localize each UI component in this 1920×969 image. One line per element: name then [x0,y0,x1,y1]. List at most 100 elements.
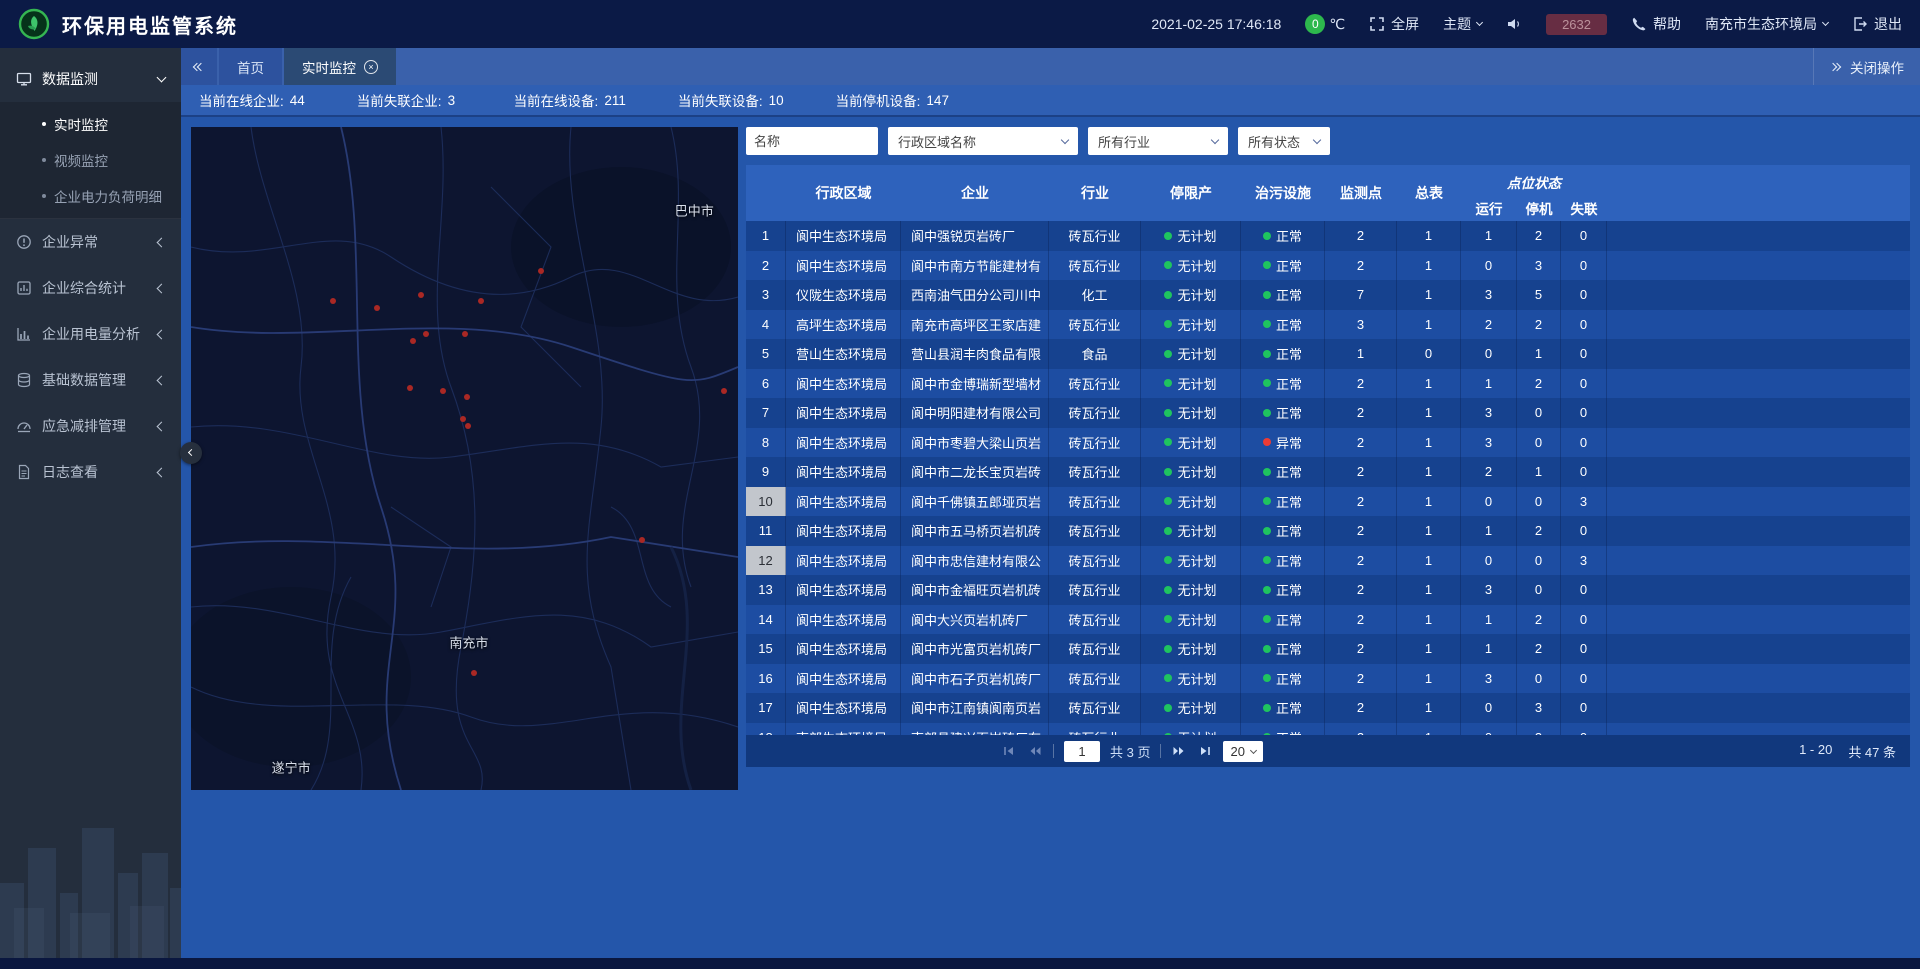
tab-bar: 首页实时监控× 关闭操作 [181,48,1920,85]
cell-offline: 0 [1561,575,1607,605]
last-page-button[interactable] [1197,743,1213,759]
table-row[interactable]: 17阆中生态环境局阆中市江南镇阆南页岩砖瓦行业无计划正常21030 [746,693,1910,723]
logout-icon [1852,16,1868,32]
map-pin[interactable] [402,380,418,396]
close-operations-button[interactable]: 关闭操作 [1813,48,1920,85]
table-row[interactable]: 6阆中生态环境局阆中市金博瑞新型墙材砖瓦行业无计划正常21120 [746,369,1910,399]
map-pin[interactable] [457,326,473,342]
map-pin[interactable] [325,293,341,309]
temperature-value: 0 [1305,14,1325,34]
map-pin[interactable] [369,300,385,316]
map-pin[interactable] [459,389,475,405]
map-pin[interactable] [413,287,429,303]
sidebar-item-2[interactable]: 企业电力负荷明细 [0,178,181,214]
table-row[interactable]: 9阆中生态环境局阆中市二龙长宝页岩砖砖瓦行业无计划正常21210 [746,457,1910,487]
cell-company: 阆中千佛镇五郎垭页岩 [901,487,1049,517]
map-pin[interactable] [634,532,650,548]
industry-filter-value: 所有行业 [1098,132,1150,151]
stat-label: 当前停机设备: [836,90,921,110]
page-size-select[interactable]: 20 [1223,741,1262,762]
sidebar-group-6[interactable]: 日志查看 [0,449,181,495]
sidebar-group-label: 应急减排管理 [42,416,148,436]
table-row[interactable]: 18南部生态环境局南部县建兴页岩砖厂有砖瓦行业无计划正常21030 [746,723,1910,736]
sidebar-group-1[interactable]: 企业异常 [0,219,181,265]
tab-0[interactable]: 首页 [219,48,282,85]
theme-dropdown[interactable]: 主题 [1443,14,1482,34]
region-filter-select[interactable]: 行政区域名称 [888,127,1078,155]
map-pin[interactable] [466,665,482,681]
cell-stopped: 0 [1517,546,1561,576]
table-row[interactable]: 14阆中生态环境局阆中大兴页岩机砖厂砖瓦行业无计划正常21120 [746,605,1910,635]
cell-running: 3 [1461,280,1517,310]
sidebar-group-4[interactable]: 基础数据管理 [0,357,181,403]
cell-region: 营山生态环境局 [786,339,901,369]
cell-total-meters: 1 [1397,221,1461,251]
sidebar-group-5[interactable]: 应急减排管理 [0,403,181,449]
industry-filter-select[interactable]: 所有行业 [1088,127,1228,155]
cell-region: 阆中生态环境局 [786,516,901,546]
prev-page-button[interactable] [1027,743,1043,759]
cell-running: 0 [1461,723,1517,736]
status-filter-select[interactable]: 所有状态 [1238,127,1330,155]
table-row[interactable]: 16阆中生态环境局阆中市石子页岩机砖厂砖瓦行业无计划正常21300 [746,664,1910,694]
table-row[interactable]: 11阆中生态环境局阆中市五马桥页岩机砖砖瓦行业无计划正常21120 [746,516,1910,546]
map-pin[interactable] [716,383,732,399]
tabs-scroll-left-button[interactable] [181,48,217,85]
database-icon [16,372,32,388]
tab-1[interactable]: 实时监控× [284,48,396,85]
page-number-input[interactable] [1064,741,1100,762]
map-pin[interactable] [533,263,549,279]
cell-pollution-facility: 正常 [1241,723,1325,736]
sidebar-item-label: 实时监控 [54,114,108,134]
table-row[interactable]: 13阆中生态环境局阆中市金福旺页岩机砖砖瓦行业无计划正常21300 [746,575,1910,605]
status-dot-green [1263,468,1271,476]
app-logo-icon [18,8,50,40]
sidebar-group-0[interactable]: 数据监测 [0,56,181,102]
map-pin[interactable] [418,326,434,342]
table-row[interactable]: 1阆中生态环境局阆中强锐页岩砖厂砖瓦行业无计划正常21120 [746,221,1910,251]
chevron-left-icon [157,329,167,339]
table-row[interactable]: 15阆中生态环境局阆中市光富页岩机砖厂砖瓦行业无计划正常21120 [746,634,1910,664]
table-row[interactable]: 12阆中生态环境局阆中市忠信建材有限公砖瓦行业无计划正常21003 [746,546,1910,576]
table-row[interactable]: 3仪陇生态环境局西南油气田分公司川中化工无计划正常71350 [746,280,1910,310]
cell-limit-production: 无计划 [1141,428,1241,458]
fullscreen-button[interactable]: 全屏 [1369,14,1419,34]
cell-industry: 砖瓦行业 [1049,310,1141,340]
cell-industry: 砖瓦行业 [1049,546,1141,576]
map-pin[interactable] [473,293,489,309]
table-row[interactable]: 2阆中生态环境局阆中市南方节能建材有砖瓦行业无计划正常21030 [746,251,1910,281]
cell-index: 2 [746,251,786,281]
sidebar-group-3[interactable]: 企业用电量分析 [0,311,181,357]
sidebar-item-1[interactable]: 视频监控 [0,142,181,178]
sidebar-group-2[interactable]: 企业综合统计 [0,265,181,311]
table-row[interactable]: 4高坪生态环境局南充市高坪区王家店建砖瓦行业无计划正常31220 [746,310,1910,340]
cell-pollution-facility: 正常 [1241,693,1325,723]
volume-button[interactable] [1506,16,1522,32]
cell-stopped: 0 [1517,398,1561,428]
status-dot-green [1164,261,1172,269]
chevron-down-icon [157,72,167,82]
first-page-button[interactable] [1001,743,1017,759]
help-button[interactable]: 帮助 [1631,14,1681,34]
tab-close-icon[interactable]: × [364,60,378,74]
table-header: 行政区域企业行业停限产治污设施监测点总表点位状态运行停机失联 [746,165,1910,221]
table-row[interactable]: 7阆中生态环境局阆中明阳建材有限公司砖瓦行业无计划正常21300 [746,398,1910,428]
cell-monitor-points: 3 [1325,310,1397,340]
map-panel[interactable]: 巴中市南充市遂宁市 [191,127,738,790]
name-filter-input[interactable] [746,127,878,155]
map-collapse-handle[interactable] [180,442,202,464]
next-page-button[interactable] [1171,743,1187,759]
map-pin[interactable] [460,418,476,434]
chevron-left-icon [157,375,167,385]
cell-industry: 砖瓦行业 [1049,516,1141,546]
cell-offline: 0 [1561,723,1607,736]
org-dropdown[interactable]: 南充市生态环境局 [1705,14,1828,34]
map-pin[interactable] [435,383,451,399]
table-row[interactable]: 10阆中生态环境局阆中千佛镇五郎垭页岩砖瓦行业无计划正常21003 [746,487,1910,517]
cell-index: 1 [746,221,786,251]
table-row[interactable]: 5营山生态环境局营山县润丰肉食品有限食品无计划正常10010 [746,339,1910,369]
sidebar-item-0[interactable]: 实时监控 [0,106,181,142]
table-row[interactable]: 8阆中生态环境局阆中市枣碧大梁山页岩砖瓦行业无计划异常21300 [746,428,1910,458]
cell-limit-production: 无计划 [1141,575,1241,605]
logout-button[interactable]: 退出 [1852,14,1902,34]
